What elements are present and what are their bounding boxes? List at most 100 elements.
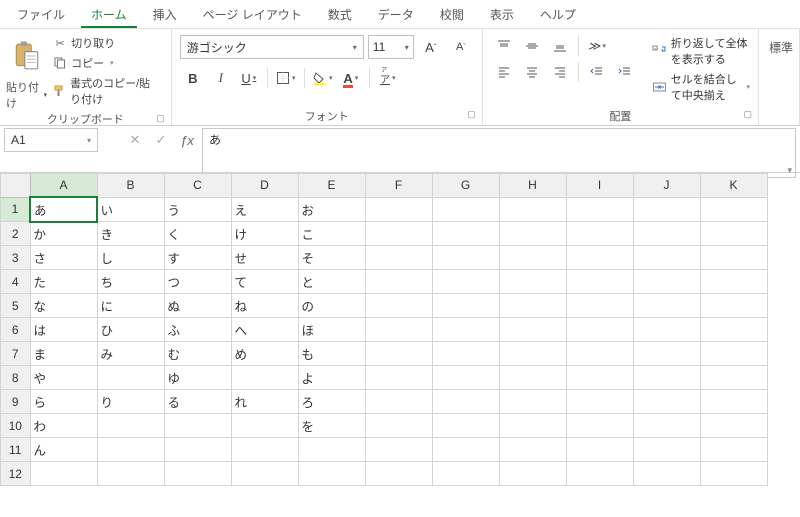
cell[interactable]	[231, 366, 298, 390]
cell[interactable]: せ	[231, 246, 298, 270]
column-header[interactable]: C	[164, 174, 231, 198]
cell[interactable]	[633, 246, 700, 270]
cell[interactable]	[700, 414, 767, 438]
cell[interactable]	[365, 390, 432, 414]
cell[interactable]: ふ	[164, 318, 231, 342]
cell[interactable]	[499, 414, 566, 438]
merge-center-button[interactable]: セルを結合して中央揃え▾	[652, 71, 750, 103]
cell[interactable]	[700, 270, 767, 294]
cell[interactable]	[164, 414, 231, 438]
cell[interactable]	[432, 246, 499, 270]
formula-bar[interactable]: あ▾	[202, 128, 796, 178]
cell[interactable]	[566, 438, 633, 462]
cell[interactable]	[499, 342, 566, 366]
tab-4[interactable]: 数式	[318, 2, 362, 28]
row-header[interactable]: 6	[1, 318, 31, 342]
cell[interactable]: き	[97, 222, 164, 246]
cell[interactable]: て	[231, 270, 298, 294]
paste-label[interactable]: 貼り付け▾	[6, 79, 47, 111]
cell[interactable]: そ	[298, 246, 365, 270]
cell[interactable]	[231, 414, 298, 438]
cell[interactable]	[566, 414, 633, 438]
cell[interactable]: や	[30, 366, 97, 390]
row-header[interactable]: 9	[1, 390, 31, 414]
cell[interactable]	[566, 246, 633, 270]
cell[interactable]	[499, 390, 566, 414]
column-header[interactable]: F	[365, 174, 432, 198]
cell[interactable]: な	[30, 294, 97, 318]
cell[interactable]	[432, 342, 499, 366]
column-header[interactable]: J	[633, 174, 700, 198]
cell[interactable]	[700, 438, 767, 462]
spreadsheet-grid[interactable]: ABCDEFGHIJK1あいうえお2かきくけこ3さしすせそ4たちつてと5なにぬね…	[0, 173, 800, 517]
cell[interactable]	[700, 462, 767, 486]
format-painter-button[interactable]: 書式のコピー/貼り付け	[53, 75, 161, 107]
cell[interactable]	[499, 270, 566, 294]
cell[interactable]	[432, 366, 499, 390]
cell[interactable]	[365, 366, 432, 390]
cell[interactable]	[633, 414, 700, 438]
cell[interactable]: む	[164, 342, 231, 366]
tab-3[interactable]: ページ レイアウト	[193, 2, 312, 28]
row-header[interactable]: 7	[1, 342, 31, 366]
cell[interactable]	[499, 438, 566, 462]
cell[interactable]: ん	[30, 438, 97, 462]
cell[interactable]	[566, 390, 633, 414]
cell[interactable]	[432, 438, 499, 462]
column-header[interactable]: D	[231, 174, 298, 198]
column-header[interactable]: A	[30, 174, 97, 198]
font-color-button[interactable]: A▾	[338, 67, 364, 89]
decrease-indent-button[interactable]	[584, 61, 610, 83]
row-header[interactable]: 12	[1, 462, 31, 486]
row-header[interactable]: 11	[1, 438, 31, 462]
font-size-select[interactable]: 11▾	[368, 35, 414, 59]
cell[interactable]	[566, 197, 633, 222]
cell[interactable]	[30, 462, 97, 486]
cell[interactable]: み	[97, 342, 164, 366]
column-header[interactable]: K	[700, 174, 767, 198]
italic-button[interactable]: I	[208, 67, 234, 89]
font-dialog-launcher[interactable]: ▢	[467, 109, 476, 120]
cell[interactable]	[566, 366, 633, 390]
cell[interactable]: さ	[30, 246, 97, 270]
column-header[interactable]: E	[298, 174, 365, 198]
row-header[interactable]: 8	[1, 366, 31, 390]
column-header[interactable]: G	[432, 174, 499, 198]
column-header[interactable]: B	[97, 174, 164, 198]
cell[interactable]: ろ	[298, 390, 365, 414]
cell[interactable]: と	[298, 270, 365, 294]
cell[interactable]: す	[164, 246, 231, 270]
align-bottom-button[interactable]	[547, 35, 573, 57]
cell[interactable]	[700, 390, 767, 414]
confirm-edit-button[interactable]: ✓	[148, 129, 174, 151]
tab-6[interactable]: 校閲	[430, 2, 474, 28]
cell[interactable]	[298, 462, 365, 486]
cell[interactable]	[499, 197, 566, 222]
fill-color-button[interactable]: ▾	[310, 67, 336, 89]
cell[interactable]: に	[97, 294, 164, 318]
align-middle-button[interactable]	[519, 35, 545, 57]
cell[interactable]	[97, 438, 164, 462]
borders-button[interactable]: ▾	[273, 67, 299, 89]
shrink-font-button[interactable]: Aˇ	[448, 36, 474, 58]
cell[interactable]	[633, 222, 700, 246]
cell[interactable]	[365, 414, 432, 438]
cell[interactable]: ま	[30, 342, 97, 366]
cell[interactable]	[566, 462, 633, 486]
tab-2[interactable]: 挿入	[143, 2, 187, 28]
cell[interactable]: を	[298, 414, 365, 438]
row-header[interactable]: 10	[1, 414, 31, 438]
cell[interactable]	[365, 318, 432, 342]
paste-button[interactable]	[10, 33, 44, 79]
cell[interactable]: ら	[30, 390, 97, 414]
cell[interactable]	[700, 318, 767, 342]
cell[interactable]	[432, 197, 499, 222]
align-right-button[interactable]	[547, 61, 573, 83]
cell[interactable]	[365, 197, 432, 222]
cell[interactable]	[365, 222, 432, 246]
cell[interactable]	[700, 246, 767, 270]
cell[interactable]: ぬ	[164, 294, 231, 318]
row-header[interactable]: 5	[1, 294, 31, 318]
cell[interactable]	[432, 462, 499, 486]
cell[interactable]: し	[97, 246, 164, 270]
